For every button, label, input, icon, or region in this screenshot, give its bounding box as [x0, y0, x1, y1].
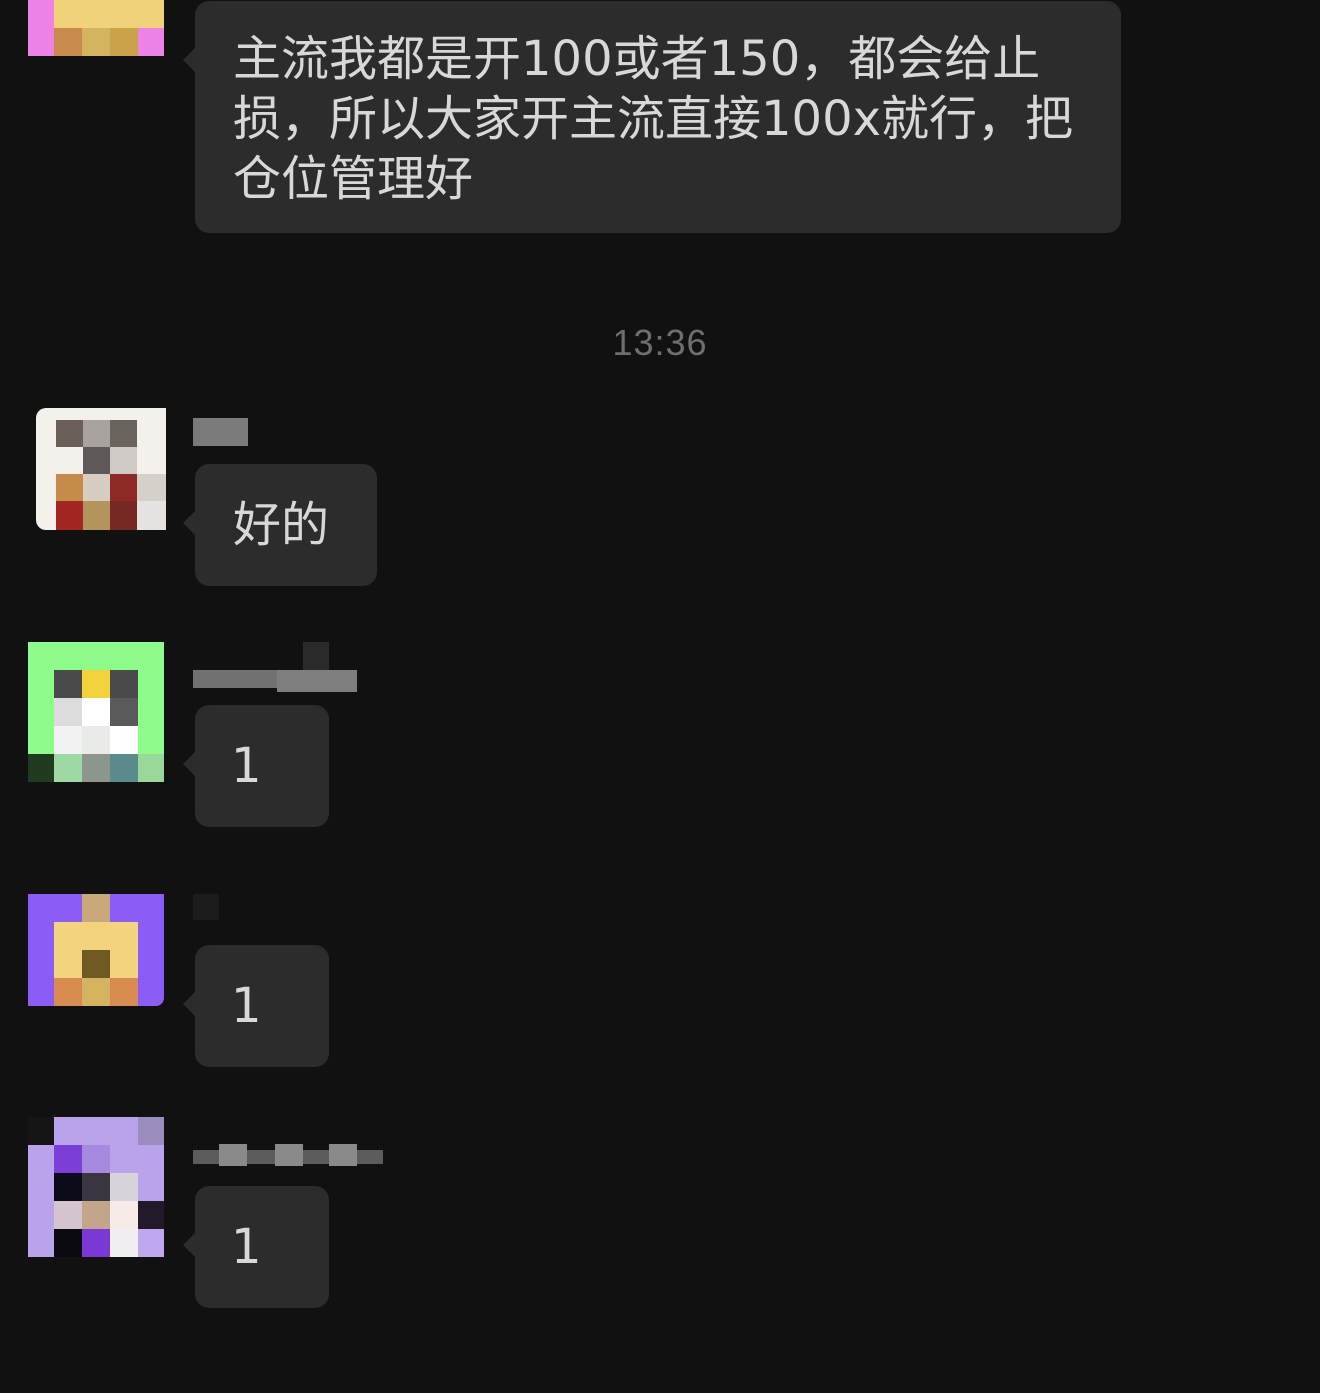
- avatar-pixel: [110, 28, 138, 56]
- avatar-pixel: [82, 28, 110, 56]
- avatar[interactable]: [28, 642, 164, 782]
- message-bubble[interactable]: 1: [183, 1186, 329, 1308]
- avatar-pixel: [54, 670, 82, 698]
- avatar-pixel: [28, 754, 54, 782]
- avatar-pixel: [110, 1201, 138, 1229]
- avatar-pixel: [82, 1201, 110, 1229]
- redaction-block: [193, 670, 277, 688]
- avatar-pixel: [82, 1145, 110, 1173]
- avatar-pixel: [110, 670, 138, 698]
- avatar-pixel: [54, 754, 82, 782]
- message-text: 1: [231, 978, 262, 1034]
- avatar-pixel: [137, 474, 166, 501]
- avatar-pixel: [110, 1173, 138, 1201]
- avatar-pixel: [138, 1117, 164, 1145]
- message-bubble[interactable]: 好的: [183, 464, 377, 586]
- avatar-pixel: [110, 420, 137, 447]
- redaction-block: [193, 418, 248, 446]
- avatar-pixel: [56, 474, 83, 501]
- avatar-pixel: [110, 474, 137, 501]
- redaction-block: [303, 642, 329, 670]
- avatar-pixel: [110, 726, 138, 754]
- avatar-pixel: [82, 670, 110, 698]
- sender-name-redacted: [193, 1140, 383, 1170]
- avatar-pixel: [110, 501, 137, 530]
- avatar-pixel: [54, 1145, 82, 1173]
- message-text: 1: [231, 1219, 262, 1275]
- avatar-pixel: [54, 1173, 82, 1201]
- avatar-pixel: [110, 1229, 138, 1257]
- sender-name-redacted: [193, 418, 253, 446]
- avatar-pixel: [82, 950, 110, 978]
- avatar-pixel: [138, 754, 164, 782]
- avatar-pixel: [82, 978, 110, 1006]
- avatar-pixel: [138, 1201, 164, 1229]
- redaction-block: [277, 670, 357, 692]
- sender-name-redacted: [193, 642, 363, 692]
- avatar-pixel: [138, 28, 164, 56]
- avatar-pixel: [82, 1229, 110, 1257]
- avatar-pixel: [54, 28, 82, 56]
- avatar-pixel: [54, 978, 82, 1006]
- avatar-pixel: [83, 474, 110, 501]
- avatar-pixel: [82, 894, 110, 922]
- avatar-pixel: [54, 0, 164, 28]
- message-text: 1: [231, 738, 262, 794]
- message-bubble[interactable]: 1: [183, 705, 329, 827]
- avatar[interactable]: [28, 894, 164, 1012]
- avatar-pixel: [83, 501, 110, 530]
- avatar-pixel: [54, 698, 82, 726]
- avatar-pixel: [137, 501, 166, 530]
- avatar-pixel: [82, 754, 110, 782]
- avatar-pixel: [110, 754, 138, 782]
- avatar[interactable]: [36, 408, 166, 530]
- avatar-pixel: [28, 1117, 54, 1145]
- avatar-pixel: [110, 447, 137, 474]
- message-text: 好的: [233, 497, 330, 553]
- avatar-pixel: [83, 447, 110, 474]
- chat-history[interactable]: 主流我都是开100或者150，都会给止损，所以大家开主流直接100x就行，把仓位…: [0, 0, 1320, 1393]
- avatar[interactable]: [28, 0, 164, 56]
- avatar[interactable]: [28, 1117, 164, 1257]
- avatar-pixel: [56, 420, 83, 447]
- message-text: 主流我都是开100或者150，都会给止损，所以大家开主流直接100x就行，把仓位…: [233, 31, 1074, 207]
- redaction-block: [275, 1144, 303, 1166]
- avatar-pixel: [138, 1229, 164, 1257]
- redaction-block: [219, 1144, 247, 1166]
- avatar-pixel: [56, 501, 83, 530]
- avatar-pixel: [82, 698, 110, 726]
- avatar-pixel: [82, 726, 110, 754]
- avatar-pixel: [110, 698, 138, 726]
- avatar-pixel: [54, 726, 82, 754]
- avatar-pixel: [82, 1173, 110, 1201]
- avatar-pixel: [54, 1229, 82, 1257]
- message-bubble[interactable]: 1: [183, 945, 329, 1067]
- sender-name-redacted: [193, 894, 223, 922]
- avatar-pixel: [83, 420, 110, 447]
- time-divider: 13:36: [612, 322, 708, 363]
- redaction-block: [329, 1144, 357, 1166]
- avatar-pixel: [54, 1201, 82, 1229]
- avatar-pixel: [110, 978, 138, 1006]
- message-bubble[interactable]: 主流我都是开100或者150，都会给止损，所以大家开主流直接100x就行，把仓位…: [183, 1, 1121, 233]
- redaction-block: [193, 894, 219, 920]
